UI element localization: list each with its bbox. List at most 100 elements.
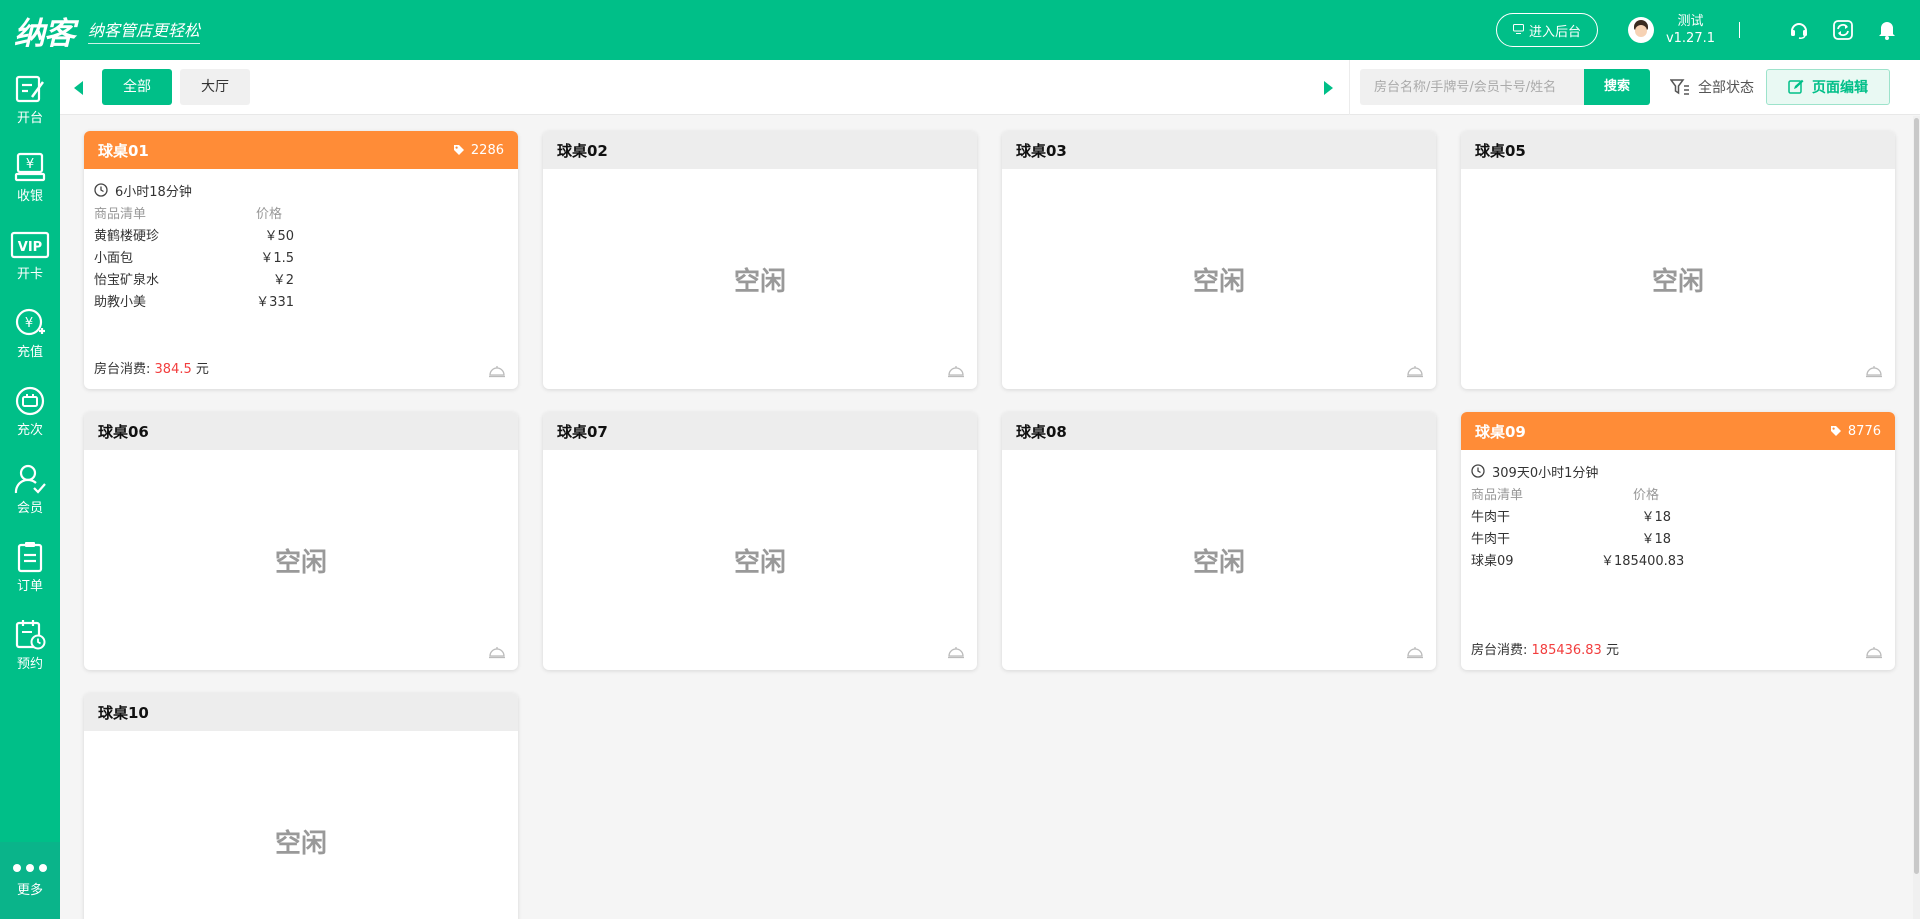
table-name: 球桌01 [98, 141, 149, 160]
table-card-07[interactable]: 球桌07 空闲 [543, 412, 977, 670]
scroll-right-arrow-icon[interactable] [1324, 81, 1333, 95]
table-consumption: 房台消费: 185436.83 元 [1471, 639, 1619, 658]
consume-amount: 185436.83 [1531, 643, 1602, 658]
table-card-01[interactable]: 球桌01 2286 6小时18分钟 商品清单 价格 黄鹤楼硬珍 ￥50 小面包 … [84, 131, 518, 389]
goods-row: 小面包 ￥1.5 [94, 245, 508, 267]
table-card-06[interactable]: 球桌06 空闲 [84, 412, 518, 670]
sidebar-more-label: 更多 [16, 882, 43, 898]
svg-text:¥: ¥ [26, 157, 34, 172]
goods-price: ￥185400.83 [1601, 553, 1685, 569]
table-card-09[interactable]: 球桌09 8776 309天0小时1分钟 商品清单 价格 牛肉干 ￥18 牛肉干… [1461, 412, 1895, 670]
consume-amount: 384.5 [154, 362, 192, 377]
notification-bell-icon[interactable] [1876, 19, 1898, 41]
sidebar-item-cashier[interactable]: ¥ 收银 [0, 138, 60, 216]
table-name: 球桌02 [557, 141, 608, 160]
clock-icon [1471, 464, 1485, 478]
scroll-left-arrow-icon[interactable] [74, 81, 83, 95]
sidebar-item-open-card[interactable]: VIP 开卡 [0, 216, 60, 294]
table-name: 球桌09 [1475, 422, 1526, 441]
service-bell-icon[interactable] [488, 645, 506, 659]
avatar [1627, 17, 1654, 43]
goods-row: 球桌09 ￥185400.83 [1471, 548, 1885, 570]
idle-status: 空闲 [733, 547, 786, 578]
sidebar-item-order[interactable]: 订单 [0, 528, 60, 606]
content-scrollbar[interactable] [1913, 116, 1920, 919]
vip-card-icon: VIP [10, 231, 50, 258]
goods-price: ￥1.5 [260, 250, 294, 266]
goods-name: 怡宝矿泉水 [94, 272, 160, 288]
tab-hall[interactable]: 大厅 [180, 69, 250, 105]
toolbar-divider [1349, 60, 1350, 115]
service-bell-icon[interactable] [1865, 645, 1883, 659]
table-consumption: 房台消费: 384.5 元 [94, 358, 209, 377]
goods-price: ￥18 [1641, 509, 1671, 525]
scrollbar-thumb[interactable] [1914, 118, 1919, 874]
service-bell-icon[interactable] [947, 364, 965, 378]
headset-icon[interactable] [1788, 19, 1810, 41]
enter-backend-button[interactable]: 进入后台 [1495, 13, 1598, 47]
idle-status: 空闲 [1192, 266, 1245, 297]
idle-status: 空闲 [733, 266, 786, 297]
order-tag: 2286 [453, 143, 504, 158]
service-bell-icon[interactable] [1865, 364, 1883, 378]
service-bell-icon[interactable] [488, 364, 506, 378]
goods-price: ￥18 [1641, 531, 1671, 547]
search-button[interactable]: 搜索 [1584, 69, 1650, 105]
idle-status: 空闲 [274, 828, 327, 859]
sidebar-label: 预约 [16, 656, 43, 672]
table-card-05[interactable]: 球桌05 空闲 [1461, 131, 1895, 389]
service-bell-icon[interactable] [1406, 645, 1424, 659]
tag-icon [453, 145, 464, 155]
sidebar-label: 会员 [16, 500, 43, 516]
area-tab-bar: 全部 大厅 搜索 全部状态 页面编辑 [60, 60, 1920, 115]
user-profile[interactable]: 测试 v1.27.1 [1627, 13, 1715, 47]
sidebar-item-recharge[interactable]: ¥ 充值 [0, 294, 60, 372]
sidebar-more-button[interactable]: 更多 [0, 842, 60, 919]
order-icon [17, 541, 43, 572]
idle-status: 空闲 [1192, 547, 1245, 578]
goods-row: 助教小美 ￥331 [94, 289, 508, 311]
clock-icon [94, 183, 108, 197]
page-edit-button[interactable]: 页面编辑 [1766, 69, 1890, 105]
goods-name: 牛肉干 [1471, 531, 1511, 547]
more-icon [13, 863, 47, 872]
table-card-03[interactable]: 球桌03 空闲 [1002, 131, 1436, 389]
table-card-10[interactable]: 球桌10 空闲 [84, 693, 518, 919]
service-bell-icon[interactable] [947, 645, 965, 659]
sidebar-item-member[interactable]: 会员 [0, 450, 60, 528]
svg-text:VIP: VIP [18, 240, 42, 255]
table-name: 球桌06 [98, 422, 149, 441]
sidebar-label: 充次 [16, 422, 43, 438]
goods-name: 牛肉干 [1471, 509, 1511, 525]
goods-name: 黄鹤楼硬珍 [94, 228, 160, 244]
sidebar-item-reservation[interactable]: 预约 [0, 606, 60, 684]
tab-all[interactable]: 全部 [102, 69, 172, 105]
edit-icon [1788, 79, 1804, 94]
goods-price: ￥2 [272, 272, 294, 288]
order-number: 2286 [470, 142, 504, 158]
sidebar-item-recharge-times[interactable]: 充次 [0, 372, 60, 450]
price-header: 价格 [1633, 487, 1660, 503]
logo: 纳客 纳客管店更轻松 [14, 8, 201, 53]
monitor-icon [1512, 23, 1524, 37]
table-name: 球桌03 [1016, 141, 1067, 160]
sidebar-label: 开卡 [16, 266, 43, 282]
goods-row: 牛肉干 ￥18 [1471, 504, 1885, 526]
table-grid: 球桌01 2286 6小时18分钟 商品清单 价格 黄鹤楼硬珍 ￥50 小面包 … [60, 116, 1920, 919]
goods-price: ￥331 [256, 294, 294, 310]
goods-header: 商品清单 [1471, 487, 1524, 503]
table-card-08[interactable]: 球桌08 空闲 [1002, 412, 1436, 670]
recharge-icon: ¥ [15, 308, 45, 335]
service-bell-icon[interactable] [1406, 364, 1424, 378]
order-tag: 8776 [1830, 424, 1881, 439]
consume-unit: 元 [195, 362, 209, 377]
sidebar-item-open-table[interactable]: 开台 [0, 60, 60, 138]
idle-status: 空闲 [1651, 266, 1704, 297]
page-edit-label: 页面编辑 [1812, 80, 1868, 96]
status-filter[interactable]: 全部状态 [1670, 69, 1754, 105]
switch-icon[interactable] [1832, 19, 1854, 41]
sidebar: 开台 ¥ 收银 VIP 开卡 ¥ 充值 充次 会员 订单 预约 更多 [0, 60, 60, 919]
table-name: 球桌10 [98, 703, 149, 722]
table-card-02[interactable]: 球桌02 空闲 [543, 131, 977, 389]
search-input[interactable] [1360, 69, 1584, 105]
